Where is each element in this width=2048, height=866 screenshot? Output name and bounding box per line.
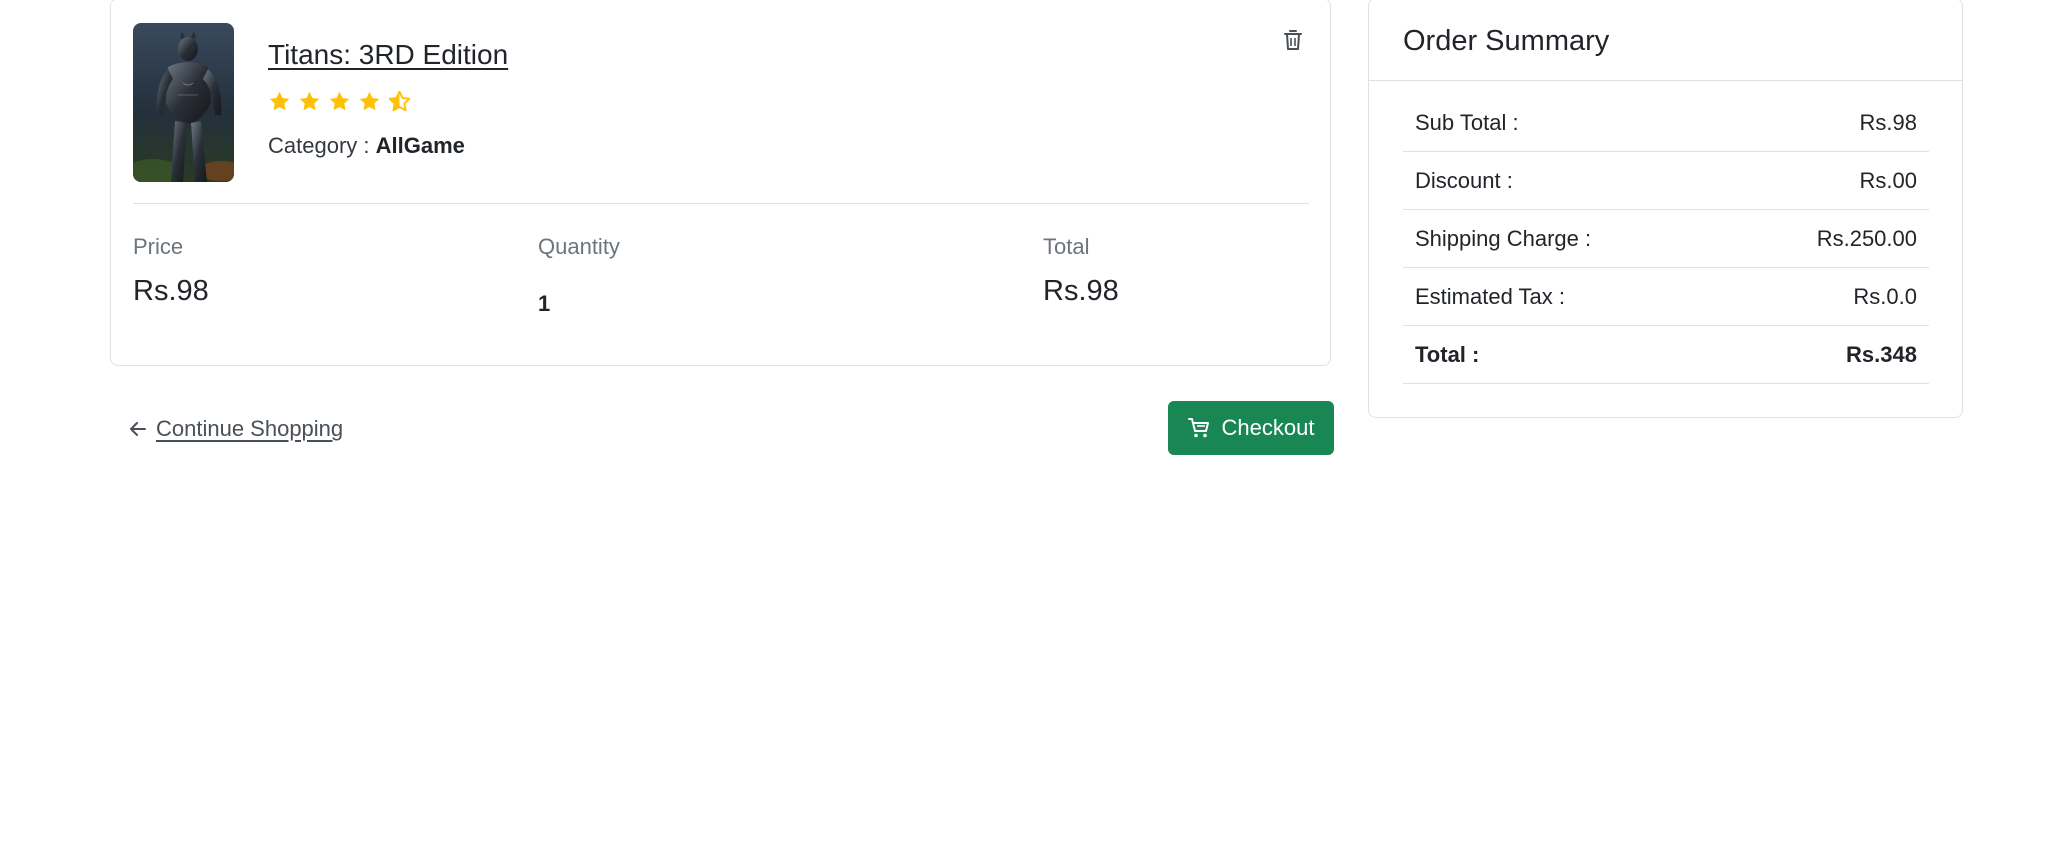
checkout-label: Checkout [1221,415,1315,440]
summary-row-value: Rs.250.00 [1816,225,1917,251]
rating-stars [268,90,411,113]
summary-row-value: Rs.348 [1846,341,1917,367]
summary-row-label: Estimated Tax : [1415,283,1565,309]
summary-row-value: Rs.00 [1859,167,1917,193]
star-icon [329,91,350,111]
summary-row-discount: Discount : Rs.00 [1403,152,1929,210]
continue-shopping-link[interactable]: Continue Shopping [128,416,343,442]
summary-divider [1369,80,1962,81]
star-icon [359,91,380,111]
order-summary-title: Order Summary [1403,25,1610,57]
order-summary-card: Order Summary Sub Total : Rs.98 Discount… [1368,0,1963,418]
category-value: AllGame [375,133,465,158]
summary-row-label: Shipping Charge : [1415,225,1592,251]
total-label: Total [1043,234,1090,259]
summary-row-shipping: Shipping Charge : Rs.250.00 [1403,210,1929,268]
remove-item-button[interactable] [1282,28,1304,52]
summary-list: Sub Total : Rs.98 Discount : Rs.00 Shipp… [1403,94,1929,384]
price-value: Rs.98 [133,275,209,307]
star-half-icon [388,90,411,112]
card-divider [133,203,1309,204]
summary-row-total: Total : Rs.348 [1403,326,1929,384]
summary-row-value: Rs.98 [1859,109,1917,135]
arrow-left-icon [130,422,146,436]
quantity-label: Quantity [538,234,620,259]
price-label: Price [133,234,184,259]
summary-row-label: Sub Total : [1415,109,1519,135]
trash-icon [1284,30,1302,50]
summary-row-label: Discount : [1415,167,1513,193]
cart-item-card: Titans: 3RD Edition Category : AllGame P… [110,0,1331,366]
star-icon [269,91,290,111]
category-label: Category : [268,133,376,158]
total-value: Rs.98 [1043,275,1119,307]
product-title-link[interactable]: Titans: 3RD Edition [268,39,508,71]
product-image-art [133,23,234,182]
checkout-button[interactable]: Checkout [1168,401,1334,455]
summary-row-subtotal: Sub Total : Rs.98 [1403,94,1929,152]
product-image[interactable] [133,23,234,182]
product-category: Category : AllGame [268,133,465,159]
continue-shopping-label: Continue Shopping [156,416,344,441]
summary-row-value: Rs.0.0 [1853,283,1917,309]
summary-row-tax: Estimated Tax : Rs.0.0 [1403,268,1929,326]
quantity-value[interactable]: 1 [538,291,550,317]
star-icon [299,91,320,111]
cart-icon [1187,418,1209,438]
summary-row-label: Total : [1415,341,1480,367]
